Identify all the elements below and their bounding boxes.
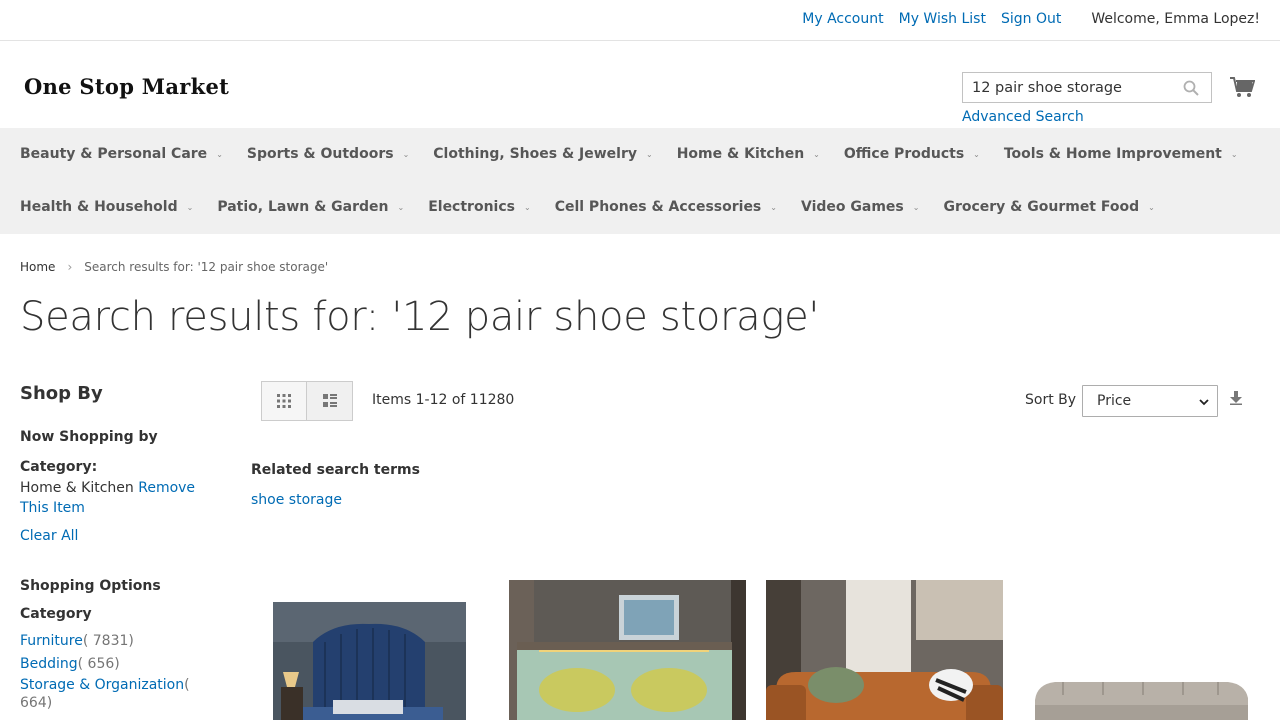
chevron-down-icon <box>1199 399 1209 406</box>
cart-icon[interactable] <box>1230 76 1255 98</box>
nav-item-label: Clothing, Shoes & Jewelry <box>433 146 638 162</box>
category-filter-title[interactable]: Category <box>20 606 92 622</box>
product-image-leather-sofa[interactable] <box>766 580 1003 720</box>
welcome-message: Welcome, Emma Lopez! <box>1091 11 1260 27</box>
grid-view-button[interactable] <box>261 381 307 421</box>
breadcrumb-current: Search results for: '12 pair shoe storag… <box>84 260 329 274</box>
top-bar: My Account My Wish List Sign Out Welcome… <box>0 0 1280 41</box>
search-icon[interactable] <box>1183 80 1199 96</box>
nav-item-label: Patio, Lawn & Garden <box>217 199 389 215</box>
breadcrumb: Home › Search results for: '12 pair shoe… <box>20 260 328 274</box>
breadcrumb-home[interactable]: Home <box>20 260 55 274</box>
nav-item-label: Tools & Home Improvement <box>1003 146 1222 162</box>
chevron-down-icon: ⌄ <box>770 202 777 212</box>
now-shopping-heading: Now Shopping by <box>20 429 158 445</box>
chevron-down-icon: ⌄ <box>402 149 410 159</box>
category-filter-list: Furniture( 7831) Bedding( 656) Storage &… <box>20 630 190 712</box>
chevron-down-icon: ⌄ <box>397 202 405 212</box>
nav-item-label: Grocery & Gourmet Food <box>943 199 1140 215</box>
nav-item-label: Sports & Outdoors <box>246 146 394 162</box>
chevron-down-icon: ⌄ <box>912 202 920 212</box>
active-filter-value: Home & Kitchen <box>20 480 134 496</box>
search-box <box>962 72 1212 103</box>
category-count: ( 7831) <box>82 633 134 649</box>
nav-item-label: Health & Household <box>20 199 178 215</box>
nav-item-patio-lawn-garden[interactable]: Patio, Lawn & Garden ⌄ <box>217 199 404 215</box>
my-account-link[interactable]: My Account <box>802 11 883 27</box>
nav-item-label: Beauty & Personal Care <box>20 146 208 162</box>
sort-select-value: Price <box>1097 393 1132 409</box>
nav-item-health-household[interactable]: Health & Household ⌄ <box>20 199 193 215</box>
header-links: My Account My Wish List Sign Out Welcome… <box>787 11 1260 27</box>
list-item: Furniture( 7831) <box>20 630 190 653</box>
chevron-down-icon: ⌄ <box>523 202 531 212</box>
product-image-sectional[interactable] <box>1023 580 1260 720</box>
chevron-down-icon: ⌄ <box>813 149 820 159</box>
sort-direction-icon[interactable] <box>1229 391 1243 405</box>
list-item: Storage & Organization( 664) <box>20 676 190 712</box>
category-link-bedding[interactable]: Bedding <box>20 656 78 672</box>
category-count: ( 656) <box>77 656 120 672</box>
nav-item-beauty-personal-care[interactable]: Beauty & Personal Care ⌄ <box>20 146 223 162</box>
category-nav: Beauty & Personal Care ⌄ Sports & Outdoors… <box>0 128 1280 234</box>
active-filter: Home & Kitchen Remove This Item <box>20 478 200 518</box>
related-search-term[interactable]: shoe storage <box>251 492 342 508</box>
page-title: Search results for: '12 pair shoe storag… <box>20 294 820 340</box>
chevron-down-icon: ⌄ <box>1148 202 1155 212</box>
list-item: Bedding( 656) <box>20 653 190 676</box>
chevron-down-icon: ⌄ <box>973 149 980 159</box>
nav-row-1: Beauty & Personal Care ⌄ Sports & Outdoors… <box>20 146 1262 162</box>
clear-all-link[interactable]: Clear All <box>20 528 78 544</box>
site-logo[interactable]: One Stop Market <box>24 74 229 99</box>
sign-out-link[interactable]: Sign Out <box>1001 11 1061 27</box>
nav-item-electronics[interactable]: Electronics ⌄ <box>428 199 530 215</box>
nav-item-tools-home-improvement[interactable]: Tools & Home Improvement ⌄ <box>1004 146 1238 162</box>
chevron-down-icon: ⌄ <box>186 202 194 212</box>
nav-item-grocery-gourmet-food[interactable]: Grocery & Gourmet Food ⌄ <box>943 199 1154 215</box>
category-count: ( <box>184 677 190 693</box>
list-view-button[interactable] <box>307 381 353 421</box>
nav-item-label: Video Games <box>800 199 904 215</box>
shopping-options-heading: Shopping Options <box>20 578 161 594</box>
nav-item-label: Electronics <box>428 199 515 215</box>
category-count-continued: 664) <box>20 695 53 711</box>
category-link-furniture[interactable]: Furniture <box>20 633 83 649</box>
nav-item-label: Cell Phones & Accessories <box>554 199 762 215</box>
nav-item-clothing-shoes-jewelry[interactable]: Clothing, Shoes & Jewelry ⌄ <box>433 146 652 162</box>
product-image-sofa-bed[interactable] <box>509 580 746 720</box>
related-search-title: Related search terms <box>251 462 420 478</box>
chevron-down-icon: ⌄ <box>646 149 653 159</box>
nav-item-office-products[interactable]: Office Products ⌄ <box>844 146 980 162</box>
sort-by-label: Sort By <box>1025 392 1077 408</box>
view-mode-switcher <box>261 381 353 421</box>
breadcrumb-separator-icon: › <box>67 260 73 274</box>
chevron-down-icon: ⌄ <box>1230 149 1238 159</box>
nav-item-home-kitchen[interactable]: Home & Kitchen ⌄ <box>677 146 820 162</box>
sort-select[interactable]: Price <box>1082 385 1218 417</box>
active-filter-label: Category: <box>20 459 98 475</box>
nav-row-2: Health & Household ⌄ Patio, Lawn & Garden ⌄… <box>20 199 1179 215</box>
wish-list-link[interactable]: My Wish List <box>899 11 986 27</box>
items-count: Items 1-12 of 11280 <box>372 392 515 408</box>
nav-item-sports-outdoors[interactable]: Sports & Outdoors ⌄ <box>247 146 409 162</box>
category-link-storage[interactable]: Storage & Organization <box>20 677 184 693</box>
nav-item-label: Office Products <box>843 146 965 162</box>
nav-item-label: Home & Kitchen <box>676 146 805 162</box>
search-input[interactable] <box>963 73 1173 102</box>
list-icon <box>322 394 337 407</box>
chevron-down-icon: ⌄ <box>216 149 223 159</box>
nav-item-video-games[interactable]: Video Games ⌄ <box>801 199 919 215</box>
grid-icon <box>277 394 291 408</box>
advanced-search-link[interactable]: Advanced Search <box>962 109 1084 125</box>
product-image-bed[interactable] <box>273 602 466 720</box>
nav-item-cell-phones-accessories[interactable]: Cell Phones & Accessories ⌄ <box>555 199 777 215</box>
shop-by-heading: Shop By <box>20 383 103 404</box>
